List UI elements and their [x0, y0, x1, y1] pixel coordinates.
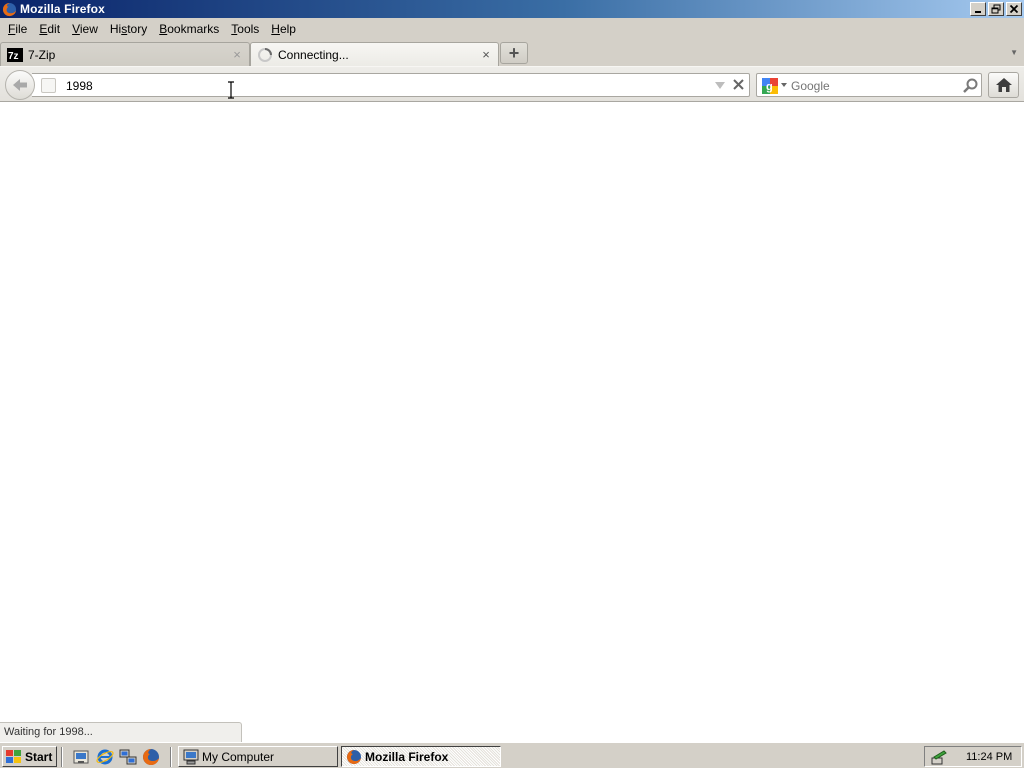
menu-bar: File Edit View History Bookmarks Tools H… [0, 18, 1024, 40]
window-title: Mozilla Firefox [20, 2, 105, 16]
network-tray-icon[interactable] [930, 749, 948, 765]
show-desktop-icon[interactable] [72, 748, 90, 766]
windows-logo-icon [6, 749, 21, 763]
engine-dropdown-icon[interactable] [781, 83, 787, 87]
url-input[interactable] [66, 77, 706, 94]
close-window-button[interactable] [1006, 2, 1022, 16]
firefox-icon [347, 749, 361, 764]
title-bar[interactable]: Mozilla Firefox [0, 0, 1024, 18]
tab-connecting[interactable]: Connecting... × [250, 42, 499, 66]
task-my-computer[interactable]: My Computer [178, 746, 338, 767]
my-computer-icon [183, 749, 199, 764]
start-button[interactable]: Start [2, 746, 57, 767]
7zip-icon: 7z [7, 47, 23, 62]
firefox-quicklaunch-icon[interactable] [142, 748, 160, 766]
loading-throbber-icon [258, 47, 272, 62]
home-button[interactable] [988, 72, 1019, 98]
navigation-toolbar: g [0, 66, 1024, 102]
taskbar-separator [61, 747, 63, 767]
internet-explorer-icon[interactable] [96, 748, 114, 766]
task-mozilla-firefox[interactable]: Mozilla Firefox [341, 746, 501, 767]
new-tab-button[interactable]: + [500, 42, 528, 64]
search-bar[interactable]: g [756, 73, 982, 97]
site-identity-icon[interactable] [41, 78, 56, 93]
menu-file[interactable]: File [2, 19, 33, 39]
tab-close-button[interactable]: × [231, 48, 243, 61]
restore-button[interactable] [988, 2, 1004, 16]
start-label: Start [25, 749, 53, 764]
tab-close-button[interactable]: × [480, 48, 492, 61]
taskbar-separator [170, 747, 172, 767]
close-icon [1009, 4, 1019, 14]
stop-icon[interactable] [732, 78, 745, 91]
page-content[interactable] [0, 102, 1024, 742]
history-dropdown-icon[interactable] [714, 79, 726, 91]
menu-edit[interactable]: Edit [33, 19, 66, 39]
taskbar: Start My Computer Mozilla Firefox 11:24 … [0, 742, 1024, 768]
minimize-button[interactable] [970, 2, 986, 16]
minimize-icon [975, 11, 981, 13]
url-bar[interactable] [32, 73, 750, 97]
tab-label: Connecting... [278, 47, 349, 62]
status-panel: Waiting for 1998... [0, 722, 242, 742]
firefox-icon [2, 2, 17, 16]
menu-help[interactable]: Help [265, 19, 302, 39]
menu-tools[interactable]: Tools [225, 19, 265, 39]
tab-label: 7-Zip [28, 47, 56, 62]
tab-7zip[interactable]: 7z 7-Zip × [0, 42, 250, 66]
restore-icon [991, 4, 1001, 14]
search-input[interactable] [791, 77, 951, 94]
back-arrow-icon [13, 79, 27, 91]
list-all-tabs-icon[interactable]: ▼ [1010, 48, 1018, 57]
menu-view[interactable]: View [66, 19, 104, 39]
back-button[interactable] [5, 70, 35, 100]
menu-bookmarks[interactable]: Bookmarks [153, 19, 225, 39]
system-tray: 11:24 PM [924, 746, 1022, 767]
task-label: Mozilla Firefox [365, 749, 449, 764]
network-icon[interactable] [119, 748, 137, 766]
menu-history[interactable]: History [104, 19, 153, 39]
home-icon [995, 78, 1012, 92]
clock[interactable]: 11:24 PM [966, 751, 1012, 763]
google-icon[interactable]: g [762, 78, 778, 94]
text-cursor-icon [228, 81, 234, 99]
task-label: My Computer [202, 749, 275, 764]
magnifier-icon[interactable] [961, 77, 979, 95]
svg-text:g: g [766, 81, 773, 93]
svg-text:7z: 7z [8, 51, 19, 62]
